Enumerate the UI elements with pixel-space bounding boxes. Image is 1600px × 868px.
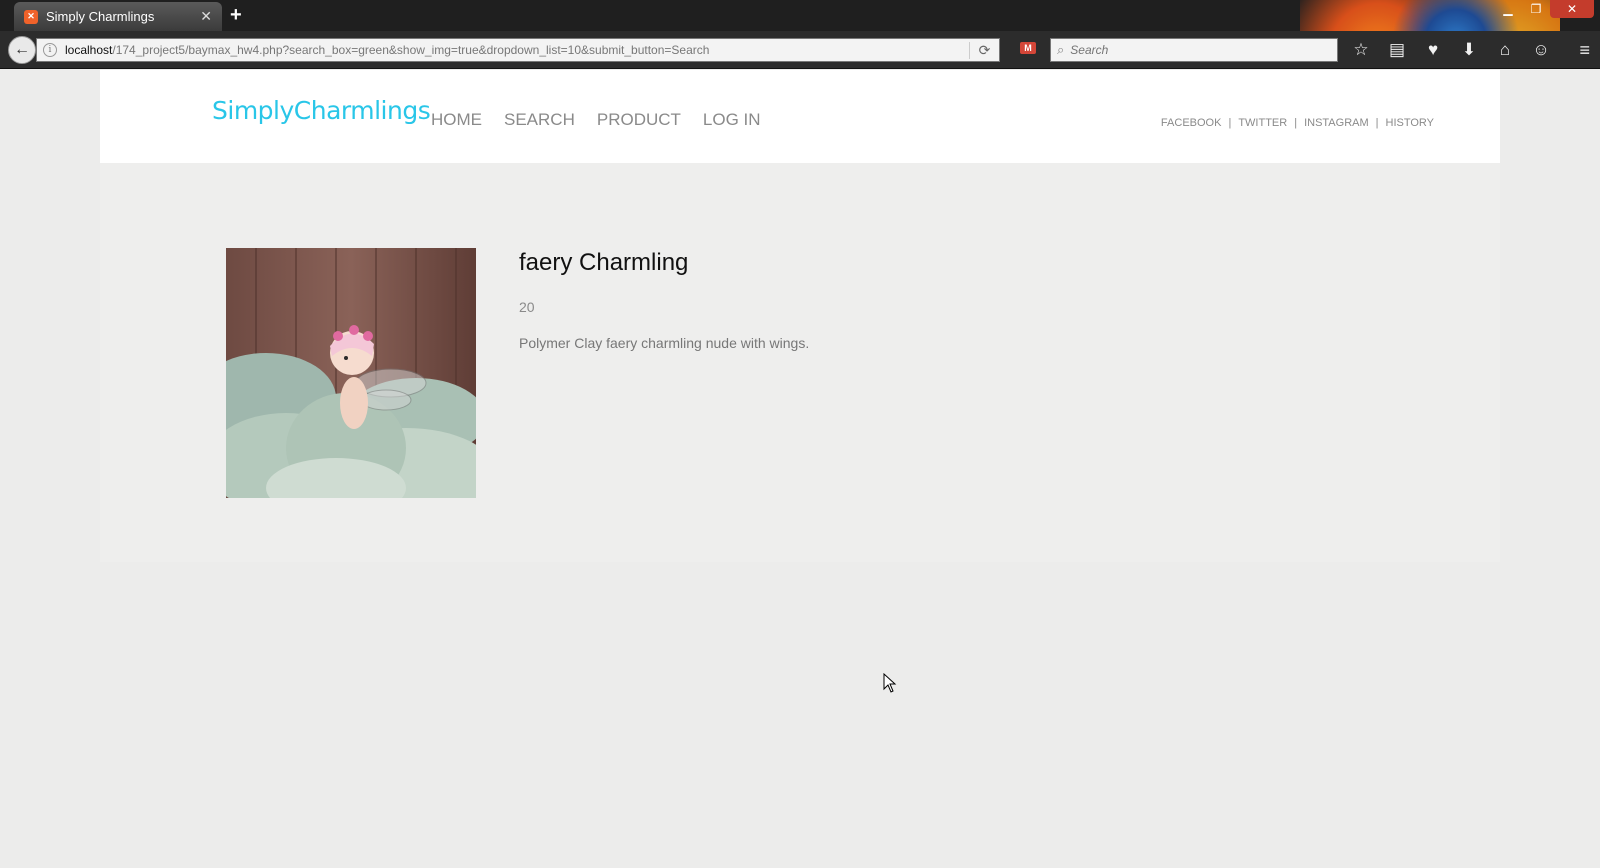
home-icon[interactable]: ⌂ (1494, 38, 1516, 62)
product-description: Polymer Clay faery charmling nude with w… (519, 335, 810, 351)
url-text[interactable]: localhost/174_project5/baymax_hw4.php?se… (65, 43, 969, 57)
pocket-icon[interactable]: ♥ (1422, 38, 1444, 62)
social-facebook[interactable]: FACEBOOK (1161, 117, 1222, 129)
browser-tab[interactable]: ✕ Simply Charmlings ✕ (14, 2, 222, 31)
bookmark-star-icon[interactable]: ☆ (1350, 38, 1372, 62)
nav-search[interactable]: SEARCH (504, 110, 575, 130)
social-separator: | (1294, 117, 1298, 129)
tab-title: Simply Charmlings (46, 9, 155, 24)
browser-search-bar[interactable]: ⌕ (1050, 38, 1338, 62)
nav-home[interactable]: HOME (431, 110, 482, 130)
info-icon[interactable]: i (43, 43, 57, 57)
download-icon[interactable]: ⬇ (1458, 38, 1480, 62)
close-window-icon[interactable]: ✕ (1550, 0, 1594, 18)
site-header: SimplyCharmlings HOME SEARCH PRODUCT LOG… (100, 70, 1500, 163)
url-host: localhost (65, 43, 113, 57)
window-controls: ▁ ❐ ✕ (1494, 0, 1594, 18)
toolbar-icons: ☆ ▤ ♥ ⬇ ⌂ ☺ (1350, 38, 1552, 62)
browser-search-input[interactable] (1070, 43, 1337, 57)
product-name: faery Charmling (519, 249, 689, 276)
url-bar[interactable]: i localhost/174_project5/baymax_hw4.php?… (36, 38, 1000, 62)
product-price: 20 (519, 299, 535, 315)
back-arrow-icon[interactable]: ← (8, 36, 36, 64)
product-info: faery Charmling 20 Polymer Clay faery ch… (519, 249, 809, 351)
close-tab-icon[interactable]: ✕ (200, 8, 212, 25)
reload-icon[interactable]: ⟳ (969, 41, 999, 59)
new-tab-icon[interactable]: + (230, 5, 242, 25)
search-icon: ⌕ (1057, 42, 1065, 57)
nav-log-in[interactable]: LOG IN (703, 110, 761, 130)
product-image (226, 248, 476, 498)
social-twitter[interactable]: TWITTER (1238, 117, 1287, 129)
gmail-icon[interactable]: M (1020, 42, 1036, 54)
site-logo[interactable]: SimplyCharmlings (212, 96, 431, 125)
browser-titlebar: ✕ Simply Charmlings ✕ + ▁ ❐ ✕ (0, 0, 1600, 31)
social-nav: FACEBOOK | TWITTER | INSTAGRAM | HISTORY (1161, 117, 1434, 129)
smiley-icon[interactable]: ☺ (1530, 38, 1552, 62)
minimize-icon[interactable]: ▁ (1494, 0, 1522, 18)
main-nav: HOME SEARCH PRODUCT LOG IN (431, 110, 761, 130)
xampp-favicon-icon: ✕ (24, 9, 38, 24)
social-instagram[interactable]: INSTAGRAM (1304, 117, 1369, 129)
social-history[interactable]: HISTORY (1386, 117, 1435, 129)
nav-product[interactable]: PRODUCT (597, 110, 681, 130)
social-separator: | (1228, 117, 1232, 129)
product-section: faery Charmling 20 Polymer Clay faery ch… (100, 163, 1500, 562)
restore-icon[interactable]: ❐ (1522, 0, 1550, 18)
browser-navbar: ← i localhost/174_project5/baymax_hw4.ph… (0, 31, 1600, 69)
social-separator: | (1375, 117, 1379, 129)
reading-list-icon[interactable]: ▤ (1386, 38, 1408, 62)
url-path: /174_project5/baymax_hw4.php?search_box=… (112, 43, 710, 57)
mouse-cursor-icon (883, 673, 897, 693)
hamburger-menu-icon[interactable]: ≡ (1579, 40, 1590, 61)
